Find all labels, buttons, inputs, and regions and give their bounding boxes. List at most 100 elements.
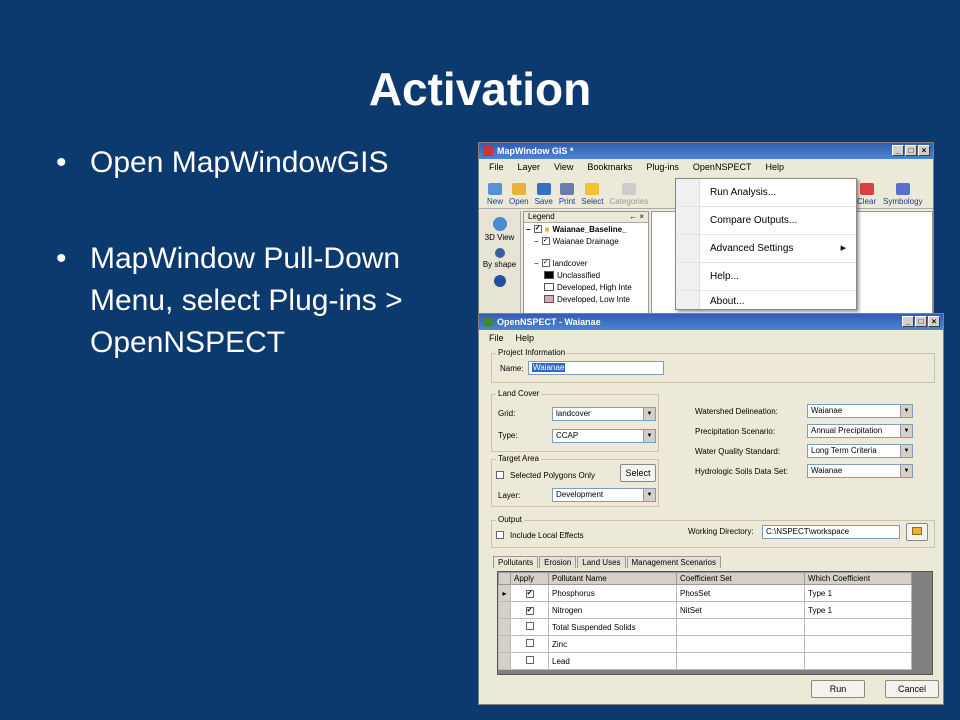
class-swatch	[544, 295, 554, 303]
menu-plugins[interactable]: Plug-ins	[646, 162, 679, 172]
group-checkbox[interactable]: ✓	[533, 225, 542, 233]
clear-button[interactable]: Clear	[857, 183, 876, 206]
new-button[interactable]: New	[487, 183, 503, 206]
opennspect-window: OpenNSPECT - Waianae _ □ × File Help Pro…	[478, 313, 944, 705]
tab-erosion[interactable]: Erosion	[539, 556, 577, 568]
working-directory-input[interactable]: C:\NSPECT\workspace	[762, 525, 900, 539]
menu-file[interactable]: File	[489, 333, 504, 343]
tab-management-scenarios[interactable]: Management Scenarios	[626, 556, 722, 568]
layer-select[interactable]: Development ▼	[552, 488, 656, 502]
symbology-icon	[895, 183, 910, 195]
coefficient-set-cell[interactable]	[676, 618, 805, 636]
local-effects-checkbox[interactable]	[496, 531, 504, 539]
tab-land-uses[interactable]: Land Uses	[577, 556, 626, 568]
legend-class: Unclassified	[524, 269, 648, 281]
folder-icon	[912, 527, 922, 535]
col-pollutant-name[interactable]: Pollutant Name	[548, 572, 677, 585]
grid-select[interactable]: landcover ▼	[552, 407, 656, 421]
maximize-button[interactable]: □	[905, 145, 917, 156]
nspect-menubar: File Help	[479, 330, 943, 346]
selected-polygons-checkbox[interactable]	[496, 471, 504, 479]
close-button[interactable]: ×	[918, 145, 930, 156]
menu-file[interactable]: File	[489, 162, 504, 172]
menu-layer[interactable]: Layer	[518, 162, 541, 172]
dropdown-arrow-icon: ▼	[900, 445, 912, 457]
cancel-button[interactable]: Cancel	[885, 680, 939, 698]
precipitation-select[interactable]: Annual Precipitation ▼	[807, 424, 913, 438]
app-icon	[483, 146, 493, 156]
menu-help[interactable]: Help	[765, 162, 784, 172]
tab-pollutants[interactable]: Pollutants	[493, 556, 539, 568]
menu-opennspect[interactable]: OpenNSPECT	[693, 162, 752, 172]
select-button[interactable]: Select	[620, 464, 656, 482]
table-row[interactable]: ✔ Nitrogen NitSet Type 1	[498, 601, 912, 619]
pollutant-name-cell[interactable]: Lead	[548, 652, 677, 670]
menu-help[interactable]: Help	[516, 333, 535, 343]
maximize-button[interactable]: □	[915, 316, 927, 327]
coefficient-set-cell[interactable]	[676, 652, 805, 670]
categories-icon	[621, 183, 636, 195]
menu-item-about[interactable]: About...	[676, 291, 856, 313]
menu-item-help[interactable]: Help...	[676, 263, 856, 291]
by-shape-button[interactable]: By shape	[479, 248, 520, 269]
which-coefficient-cell[interactable]: Type 1	[804, 601, 912, 619]
which-coefficient-cell[interactable]	[804, 635, 912, 653]
print-button[interactable]: Print	[559, 183, 575, 206]
categories-button[interactable]: Categories	[610, 183, 648, 206]
legend-group[interactable]: − ✓ ■ Waianae_Baseline_	[524, 223, 648, 235]
identify-icon[interactable]	[493, 275, 506, 287]
menu-bookmarks[interactable]: Bookmarks	[587, 162, 632, 172]
pollutant-name-cell[interactable]: Zinc	[548, 635, 677, 653]
table-row[interactable]: Zinc	[498, 635, 912, 653]
table-row[interactable]: ▸ ✔ Phosphorus PhosSet Type 1	[498, 584, 912, 602]
which-coefficient-cell[interactable]	[804, 652, 912, 670]
legend-layer[interactable]: − ✓ landcover	[524, 257, 648, 269]
close-button[interactable]: ×	[928, 316, 940, 327]
pollutant-name-cell[interactable]: Total Suspended Solids	[548, 618, 677, 636]
layer-checkbox[interactable]: ✓	[541, 237, 550, 245]
apply-checkbox[interactable]	[525, 656, 534, 664]
table-row[interactable]: Lead	[498, 652, 912, 670]
watershed-select[interactable]: Waianae ▼	[807, 404, 913, 418]
apply-checkbox[interactable]	[525, 622, 534, 630]
menu-item-advanced-settings[interactable]: Advanced Settings ▶	[676, 235, 856, 263]
apply-checkbox[interactable]: ✔	[525, 590, 534, 598]
new-icon	[488, 183, 502, 195]
pollutant-name-cell[interactable]: Nitrogen	[548, 601, 677, 619]
col-which-coefficient[interactable]: Which Coefficient	[804, 572, 912, 585]
col-coefficient-set[interactable]: Coefficient Set	[676, 572, 805, 585]
app-icon	[483, 317, 493, 327]
minimize-button[interactable]: _	[902, 316, 914, 327]
run-button[interactable]: Run	[811, 680, 865, 698]
symbology-button[interactable]: Symbology	[883, 183, 923, 206]
menu-item-compare-outputs[interactable]: Compare Outputs...	[676, 207, 856, 235]
menu-view[interactable]: View	[554, 162, 573, 172]
target-area-group: Target Area Selected Polygons Only Selec…	[491, 454, 659, 507]
water-quality-select[interactable]: Long Term Criteria ▼	[807, 444, 913, 458]
coefficient-set-cell[interactable]: NitSet	[676, 601, 805, 619]
class-swatch	[544, 283, 554, 291]
browse-folder-button[interactable]	[906, 523, 928, 541]
save-button[interactable]: Save	[535, 183, 553, 206]
type-select[interactable]: CCAP ▼	[552, 429, 656, 443]
apply-checkbox[interactable]: ✔	[525, 607, 534, 615]
apply-checkbox[interactable]	[525, 639, 534, 647]
coefficient-set-cell[interactable]	[676, 635, 805, 653]
which-coefficient-cell[interactable]	[804, 618, 912, 636]
soils-select[interactable]: Waianae ▼	[807, 464, 913, 478]
legend-layer[interactable]: − ✓ Waianae Drainage	[524, 235, 648, 247]
project-name-input[interactable]: Waianae	[528, 361, 664, 375]
3d-view-button[interactable]: 3D View	[479, 217, 520, 242]
minimize-button[interactable]: _	[892, 145, 904, 156]
coefficient-set-cell[interactable]: PhosSet	[676, 584, 805, 602]
table-row[interactable]: Total Suspended Solids	[498, 618, 912, 636]
col-apply[interactable]: Apply	[510, 572, 549, 585]
open-button[interactable]: Open	[509, 183, 529, 206]
menu-item-run-analysis[interactable]: Run Analysis...	[676, 179, 856, 207]
select-button[interactable]: Select	[581, 183, 604, 206]
pollutant-name-cell[interactable]: Phosphorus	[548, 584, 677, 602]
legend-pin-close[interactable]: ← ×	[629, 212, 644, 221]
layer-checkbox[interactable]: ✓	[541, 259, 550, 267]
which-coefficient-cell[interactable]: Type 1	[804, 584, 912, 602]
slide-title: Activation	[368, 63, 592, 115]
